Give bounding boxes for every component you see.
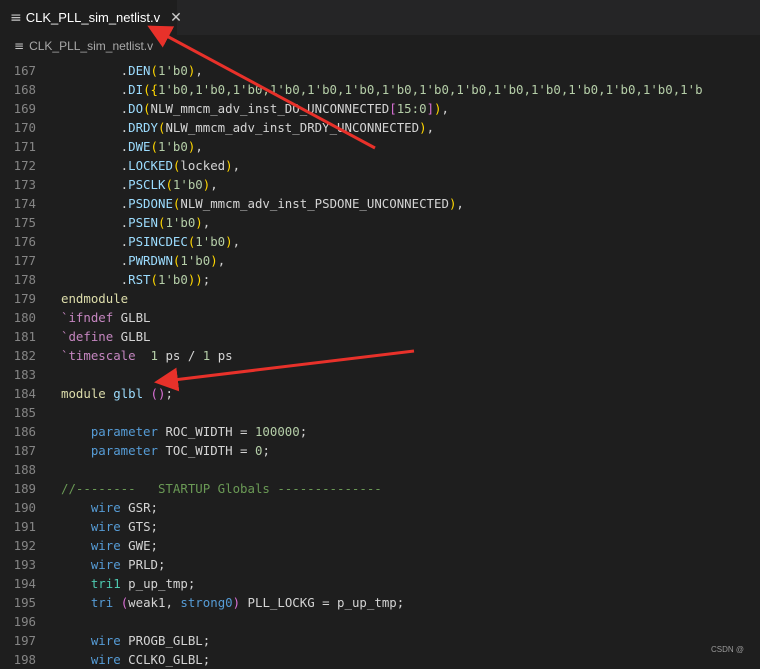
annotation-arrows bbox=[147, 25, 415, 392]
arrow-to-module bbox=[154, 349, 415, 392]
watermark: CSDN @ bbox=[710, 645, 744, 654]
arrow-to-tab bbox=[147, 25, 376, 150]
